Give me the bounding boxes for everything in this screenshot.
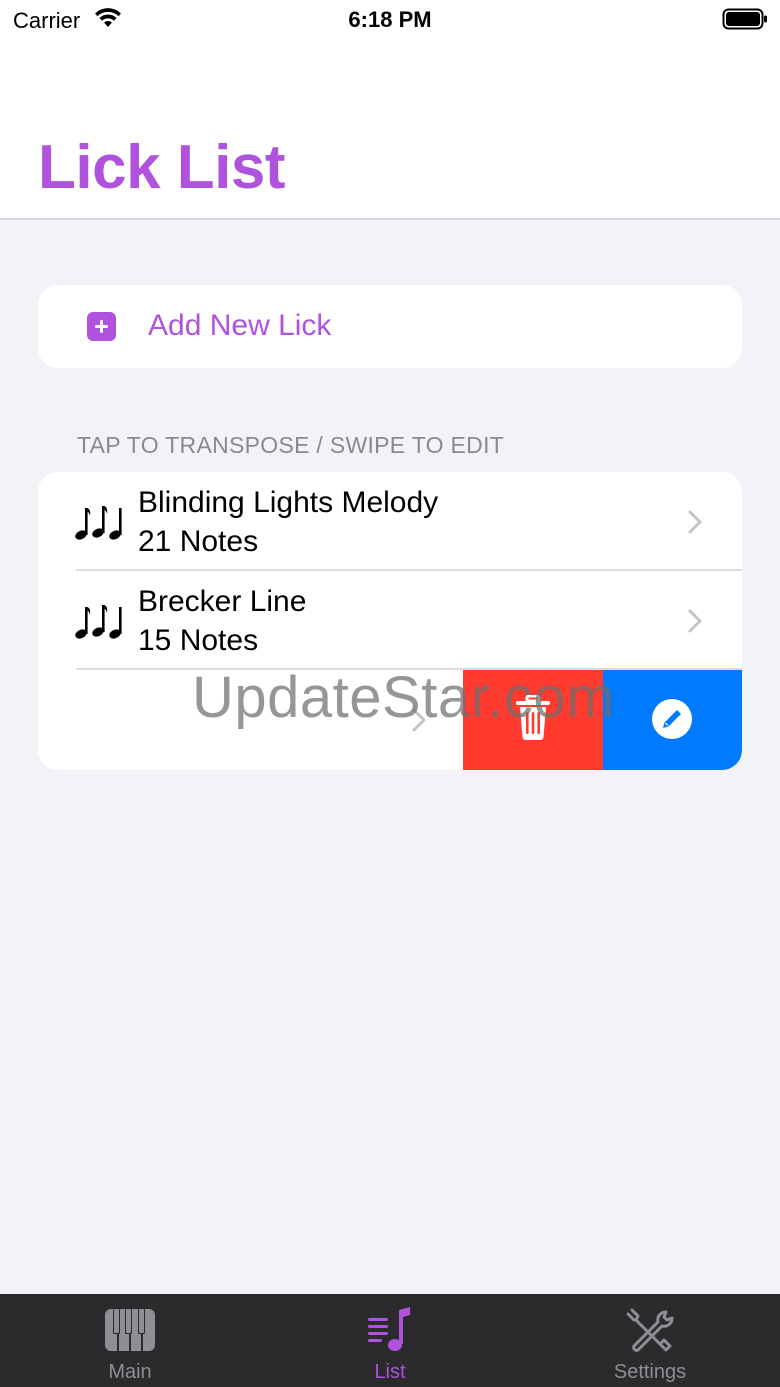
navigation-header: Carrier 6:18 PM Lick List: [0, 0, 780, 220]
tab-bar: Main List Settings: [0, 1294, 780, 1387]
add-new-lick-button[interactable]: Add New Lick: [38, 285, 742, 368]
music-list-icon: [368, 1307, 410, 1351]
piano-keys-icon: [105, 1309, 155, 1351]
tab-main[interactable]: Main: [0, 1294, 260, 1387]
watermark-text: UpdateStar.com: [192, 665, 615, 730]
pencil-icon: [652, 699, 692, 739]
lick-title: Blinding Lights Melody: [138, 486, 439, 519]
music-notes-icon: [75, 605, 122, 639]
edit-button[interactable]: [603, 670, 742, 770]
chevron-right-icon: [688, 609, 702, 633]
music-notes-icon: [75, 506, 122, 540]
tab-list[interactable]: List: [260, 1294, 520, 1387]
tools-icon: [626, 1308, 674, 1352]
lick-note-count: 21 Notes: [138, 525, 259, 558]
clock: 6:18 PM: [348, 7, 432, 32]
list-item[interactable]: Blinding Lights Melody 21 Notes: [38, 472, 742, 571]
battery-icon: [722, 8, 767, 30]
chevron-right-icon: [688, 510, 702, 534]
plus-square-icon: [87, 312, 116, 341]
tab-settings-label: Settings: [613, 1361, 687, 1383]
lick-note-count: 15 Notes: [138, 624, 259, 657]
list-item[interactable]: Brecker Line 15 Notes: [38, 571, 742, 670]
page-title: Lick List: [38, 133, 286, 202]
tab-main-label: Main: [108, 1361, 152, 1383]
add-new-lick-label: Add New Lick: [148, 309, 332, 342]
section-header: TAP TO TRANSPOSE / SWIPE TO EDIT: [77, 432, 505, 458]
status-bar: Carrier 6:18 PM: [0, 0, 780, 40]
tab-settings[interactable]: Settings: [520, 1294, 780, 1387]
tab-list-label: List: [374, 1361, 406, 1383]
lick-title: Brecker Line: [138, 585, 307, 618]
